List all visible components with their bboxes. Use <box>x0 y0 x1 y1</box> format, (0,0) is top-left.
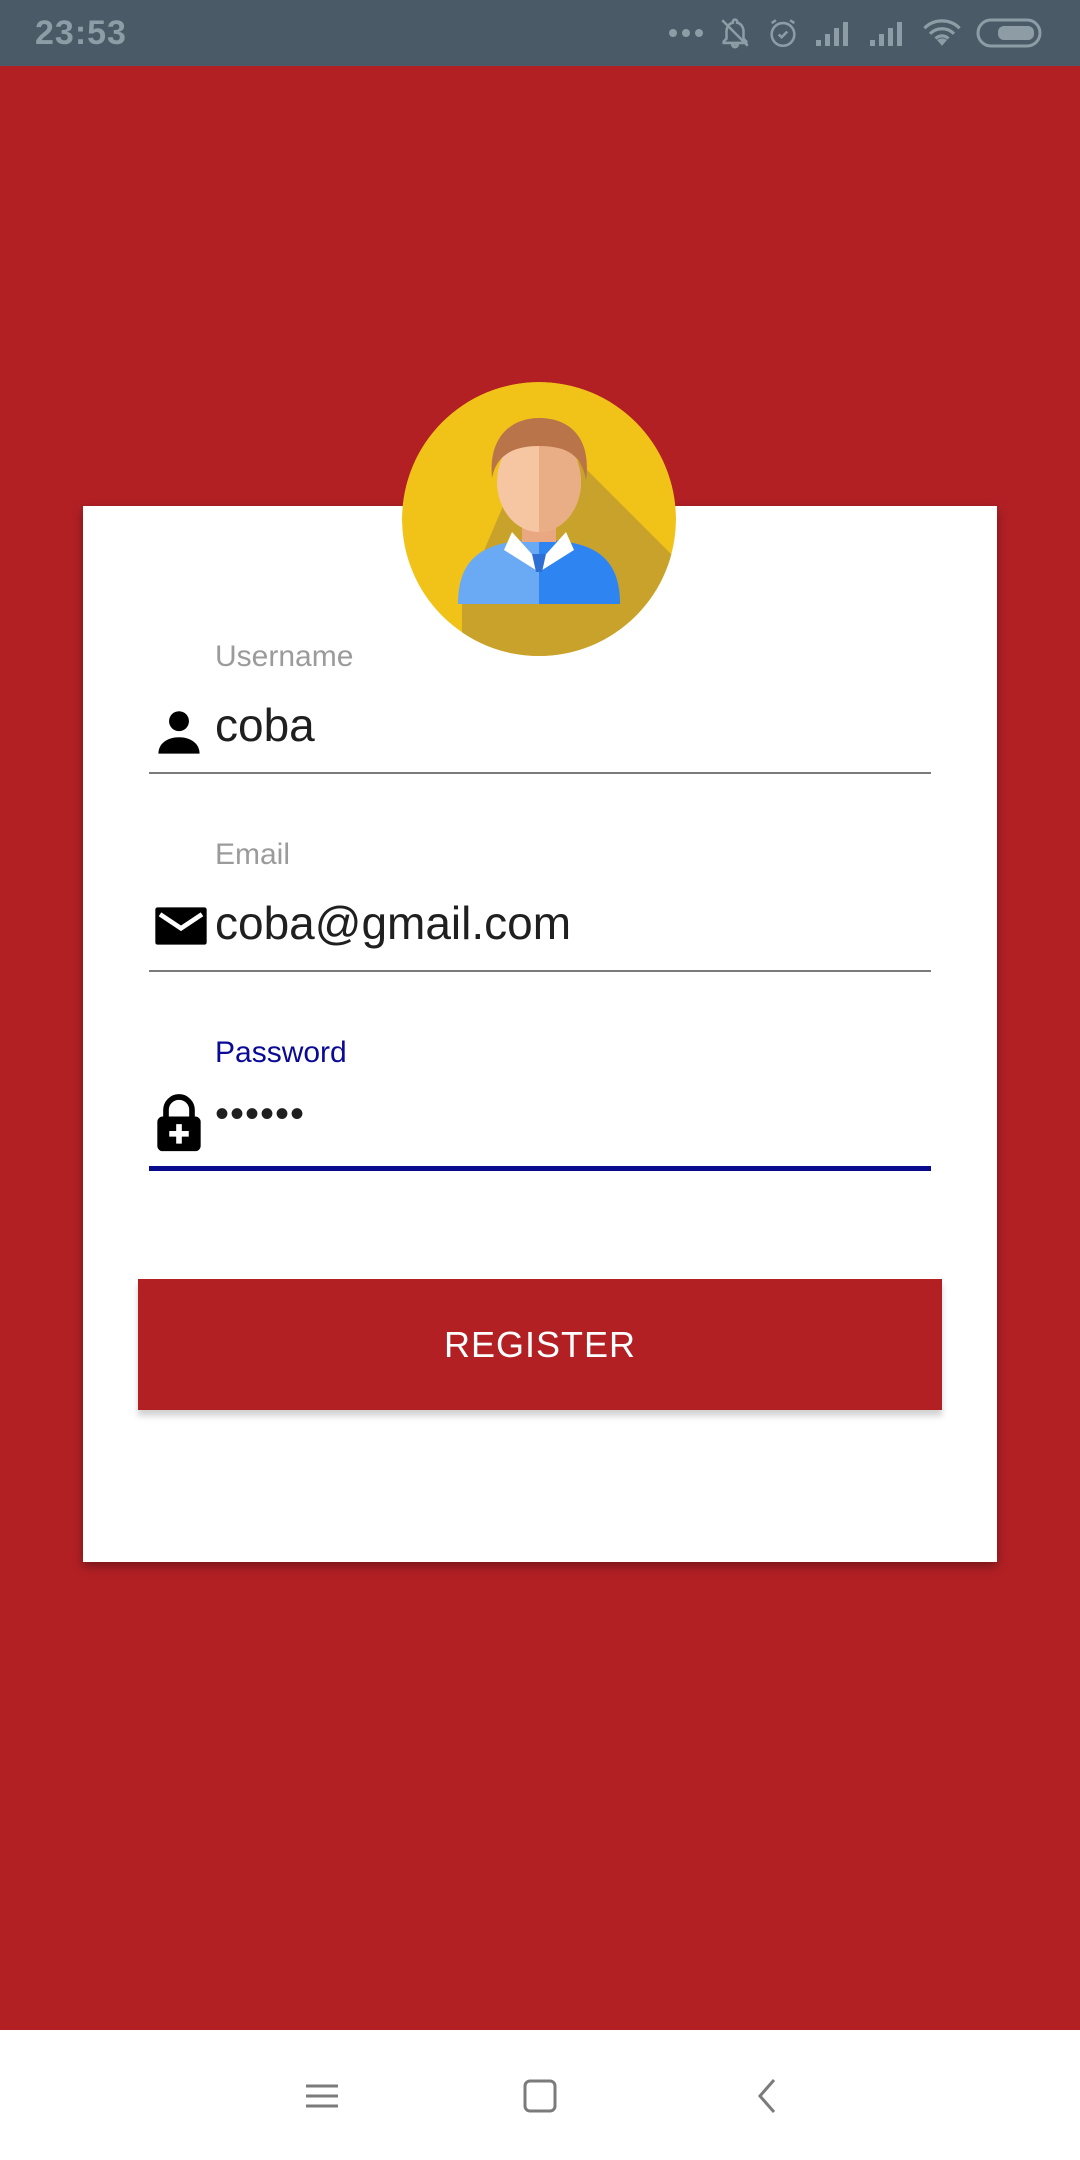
register-button[interactable]: REGISTER <box>138 1279 942 1410</box>
back-chevron-icon[interactable] <box>746 2074 790 2118</box>
register-button-label: REGISTER <box>443 1323 637 1365</box>
email-input[interactable]: coba@gmail.com <box>215 896 571 950</box>
username-underline <box>149 772 931 774</box>
more-dots-icon <box>668 27 704 39</box>
username-label: Username <box>215 640 354 673</box>
signal-icon <box>814 18 854 48</box>
email-underline <box>149 970 931 972</box>
avatar <box>402 382 676 656</box>
password-field[interactable]: Password •••••• <box>149 1036 931 1176</box>
signal-icon <box>868 18 908 48</box>
main-content: Username coba Email coba@gmail.com Passw… <box>0 66 1080 2030</box>
wifi-icon <box>922 17 962 49</box>
status-time: 23:53 <box>35 14 127 52</box>
menu-icon[interactable] <box>300 2074 344 2118</box>
email-label: Email <box>215 838 291 871</box>
mail-icon <box>153 900 207 952</box>
alarm-icon <box>766 16 800 50</box>
notifications-off-icon <box>718 16 752 50</box>
lock-plus-icon <box>153 1092 205 1154</box>
password-underline <box>149 1166 931 1171</box>
email-field[interactable]: Email coba@gmail.com <box>149 838 931 978</box>
password-input[interactable]: •••••• <box>215 1092 305 1137</box>
status-icons <box>668 14 1046 52</box>
username-input[interactable]: coba <box>215 698 315 752</box>
password-label: Password <box>215 1036 347 1069</box>
status-bar: 23:53 <box>0 0 1080 66</box>
person-icon <box>153 706 205 758</box>
home-square-icon[interactable] <box>518 2074 562 2118</box>
battery-icon <box>976 17 1046 49</box>
navigation-bar <box>0 2030 1080 2160</box>
username-field[interactable]: Username coba <box>149 640 931 780</box>
